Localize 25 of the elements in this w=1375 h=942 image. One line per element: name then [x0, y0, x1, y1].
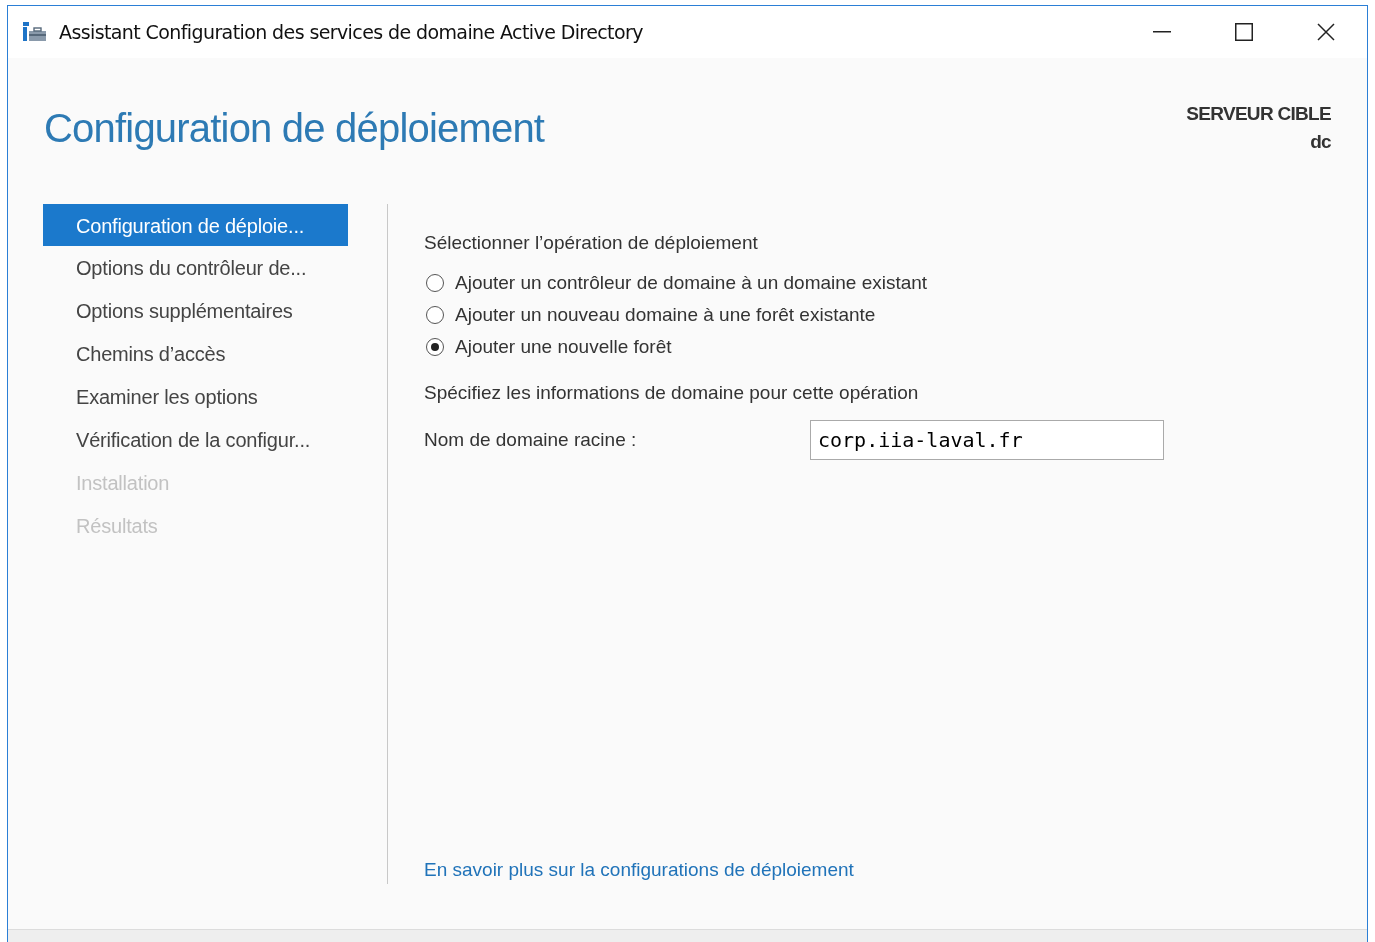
window-title: Assistant Configuration des services de domaine Active Directory	[59, 21, 643, 43]
sidebar-item[interactable]: Chemins d’accès	[43, 332, 387, 375]
sidebar-item[interactable]: Vérification de la configur...	[43, 418, 387, 461]
maximize-icon[interactable]	[1235, 23, 1253, 41]
radio-button[interactable]	[426, 274, 444, 292]
sidebar-item[interactable]: Options du contrôleur de...	[43, 246, 387, 289]
section-heading: Sélectionner l’opération de déploiement	[424, 232, 759, 254]
domain-name-field[interactable]: corp.iia-laval.fr	[810, 420, 1164, 460]
target-server-label: SERVEUR CIBLE	[1186, 102, 1331, 126]
sidebar-item[interactable]: Options supplémentaires	[43, 289, 387, 332]
close-icon[interactable]	[1317, 23, 1335, 41]
radio-button[interactable]	[426, 338, 444, 356]
radio-button[interactable]	[426, 306, 444, 324]
server-wizard-icon	[23, 22, 47, 42]
sidebar-item[interactable]: Configuration de déploie...	[43, 204, 348, 246]
page-title: Configuration de déploiement	[44, 106, 545, 152]
learn-more-link[interactable]: En savoir plus sur la configurations de déploiement	[424, 859, 854, 881]
minimize-icon[interactable]	[1153, 31, 1171, 33]
radio-label[interactable]: Ajouter un contrôleur de domaine à un domaine existant	[455, 272, 928, 294]
target-server-name: dc	[1310, 130, 1331, 154]
sidebar-item[interactable]: Examiner les options	[43, 375, 387, 418]
radio-label[interactable]: Ajouter un nouveau domaine à une forêt existante	[455, 304, 876, 326]
radio-label[interactable]: Ajouter une nouvelle forêt	[455, 336, 672, 358]
field-label: Nom de domaine racine :	[424, 429, 638, 451]
section-heading: Spécifiez les informations de domaine pour cette opération	[424, 382, 920, 404]
